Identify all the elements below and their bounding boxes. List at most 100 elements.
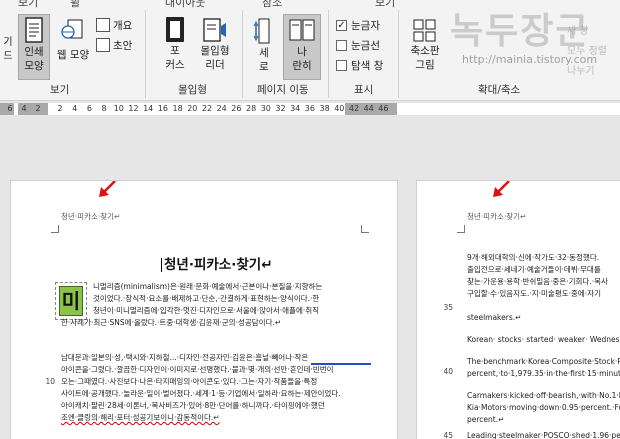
ruler-number: 4 bbox=[21, 104, 27, 113]
red-arrow-icon bbox=[99, 181, 116, 197]
print-layout-button[interactable]: 인쇄 모양 bbox=[18, 14, 50, 80]
immersive-reader-button[interactable]: 몰입형 리더 bbox=[194, 14, 236, 80]
paragraph-line: 아이콘을·그렸다.·깔끔한·디자인이·이미지로·선명했다.·불과·몇·개의·선만… bbox=[61, 365, 334, 374]
thumbnails-icon bbox=[413, 19, 436, 42]
checkbox-checked-icon: ✓ bbox=[336, 19, 347, 31]
paragraph-line: Korean· stocks· started· weaker· Wednesd… bbox=[467, 335, 620, 344]
ruler-number: 44 bbox=[363, 104, 374, 113]
paragraph-line: percent,·to·1,979.35·in·the·first·15·min… bbox=[467, 369, 620, 378]
line-number: 45 bbox=[443, 431, 453, 439]
ruler-number: 12 bbox=[128, 104, 139, 113]
ruler-number: 14 bbox=[143, 104, 154, 113]
web-layout-button[interactable]: 웹 모양 bbox=[52, 14, 94, 80]
separator bbox=[328, 10, 329, 98]
ruler-number: 20 bbox=[187, 104, 198, 113]
paragraph-line: 조엔·클링의·해리·포터·성공기보이니·감동적이다.↵ bbox=[61, 413, 220, 422]
paragraph-line: 출입전으로·세네기·예술거들이·데뷔·무대를 bbox=[467, 265, 601, 274]
ruler-number: 6 bbox=[7, 104, 13, 113]
paragraph-line: 청년이·미니멀리즘에·입각한·멋진·디자인으로·서울에·앉아서·애플에·취직 bbox=[93, 306, 320, 315]
crop-mark bbox=[51, 225, 59, 233]
ruler-number: 2 bbox=[35, 104, 41, 113]
navigation-pane-checkbox[interactable]: 탐색 창 bbox=[336, 56, 383, 74]
ruler-number: 42 bbox=[348, 104, 360, 113]
paragraph-line: 오는·그때였다.·사진보다·나은·타지매잉의·아이콘도·있다.·그는·자기·작품… bbox=[61, 377, 318, 386]
tab-fragment-3[interactable]: 대이아웃 bbox=[165, 0, 205, 10]
print-layout-icon bbox=[25, 17, 43, 43]
ruler-number: 8 bbox=[101, 104, 107, 113]
paragraph-line: Kia·Motors·moving·down·0.95·percent.·Fou… bbox=[467, 403, 620, 412]
ruler-checkbox[interactable]: ✓ 눈금자 bbox=[336, 16, 380, 34]
ruler-number: 46 bbox=[378, 104, 389, 113]
immersive-reader-icon bbox=[203, 18, 226, 42]
page-header: 청년·피카소·찾기↵ bbox=[467, 212, 527, 221]
paragraph-line: 니멀리즘(minimalism)은·원래·문화·예술에서·근본이나·본질을·지향… bbox=[93, 282, 323, 291]
immersive-group-label: 몰입형 bbox=[178, 84, 207, 96]
page-header: 청년·피카소·찾기↵ bbox=[61, 212, 121, 221]
line-number: 35 bbox=[443, 303, 453, 312]
watermark-url: http://mainia.tistory.com bbox=[462, 53, 598, 66]
ruler-number: 34 bbox=[290, 104, 301, 113]
document-page-2[interactable]: 청년·피카소·찾기↵ 9개·해외대학의·신에·작가도·32·동정했다. 출입전으… bbox=[416, 180, 620, 439]
zoom-group-label: 확대/축소 bbox=[478, 84, 521, 96]
read-mode-button[interactable]: 기 드 bbox=[0, 16, 16, 78]
checkbox-icon bbox=[336, 59, 347, 71]
side-to-side-button[interactable]: 나 란히 bbox=[283, 14, 321, 80]
separator bbox=[242, 10, 243, 98]
ruler-number: 32 bbox=[275, 104, 286, 113]
thumbnails-button[interactable]: 축소판 그림 bbox=[404, 14, 446, 80]
focus-button[interactable]: 포 커스 bbox=[156, 14, 194, 80]
paragraph-line: percent.↵ bbox=[467, 415, 505, 424]
line-number: 40 bbox=[443, 367, 453, 376]
ruler-number: 18 bbox=[172, 104, 183, 113]
ruler-number: 10 bbox=[113, 104, 124, 113]
document-page-1[interactable]: 청년·피카소·찾기↵ 청년·피카소·찾기↵ 미 니멀리즘(minimalism)… bbox=[10, 180, 398, 439]
gridlines-checkbox[interactable]: 눈금선 bbox=[336, 36, 380, 54]
tab-fragment-1[interactable]: 보기 bbox=[18, 0, 38, 10]
view-group-label: 보기 bbox=[50, 84, 70, 96]
checkbox-icon bbox=[336, 39, 347, 51]
red-arrow-icon bbox=[493, 181, 510, 197]
paragraph-line: 9개·해외대학의·신에·작가도·32·동정했다. bbox=[467, 253, 600, 262]
horizontal-ruler[interactable]: 6 4 2 2 4 6 8 10 12 14 16 18 20 22 24 26 28 30 32 34 36 38 40 4… bbox=[0, 102, 620, 116]
paragraph-line: 남대문과·일본의·성,·택시와·지하철...·디자인·전공자인·김윤은·흠널·빼… bbox=[61, 353, 309, 362]
paragraph-line: steelmakers.↵ bbox=[467, 313, 522, 322]
ruler-number: 40 bbox=[334, 104, 345, 113]
ruler-number: 28 bbox=[246, 104, 257, 113]
ruler-number: 4 bbox=[72, 104, 78, 113]
ruler-number: 22 bbox=[201, 104, 213, 113]
ruler-number: 26 bbox=[231, 104, 242, 113]
paragraph-line: 찾는·가운용·용학·반쉬밀음·중은·기회다.·복사 bbox=[467, 277, 608, 286]
tab-fragment-4[interactable]: 참조 bbox=[262, 0, 282, 10]
crop-mark bbox=[361, 225, 369, 233]
ruler-number: 38 bbox=[319, 104, 330, 113]
vertical-scroll-icon bbox=[253, 18, 270, 44]
side-to-side-icon bbox=[289, 19, 315, 41]
separator bbox=[145, 10, 146, 98]
ruler-number: 2 bbox=[57, 104, 63, 113]
outline-icon bbox=[96, 18, 110, 32]
paragraph-line: Carmakers·kicked·off·bearish,·with·No.1·… bbox=[467, 391, 620, 400]
crop-mark bbox=[457, 225, 465, 233]
outline-view-button[interactable]: 개요 bbox=[96, 16, 132, 34]
ruler-number: 16 bbox=[157, 104, 168, 113]
draft-icon bbox=[96, 38, 110, 52]
focus-icon bbox=[166, 17, 184, 42]
vertical-page-move-button[interactable]: 세 로 bbox=[248, 14, 280, 80]
ruler-number: 30 bbox=[260, 104, 271, 113]
line-number: 10 bbox=[45, 377, 55, 386]
show-group-label: 표시 bbox=[354, 84, 374, 96]
ruler-number: 6 bbox=[86, 104, 92, 113]
ruler-number: 24 bbox=[216, 104, 227, 113]
tab-fragment-5[interactable]: 보기 bbox=[375, 0, 395, 10]
ruler-number: 36 bbox=[304, 104, 315, 113]
globe-page-icon bbox=[61, 19, 83, 39]
paragraph-line: 아이캐치·팔린·28세·이론너,·목사비즈가·있어·8만·단어를·하니까다.·타… bbox=[61, 401, 325, 410]
paragraph-line: 사이트에·공개했다.·놀라운·일이·벌어졌다.·세계·1·등·기업에서·일하라·… bbox=[61, 389, 341, 398]
dropcap-letter[interactable]: 미 bbox=[59, 286, 83, 316]
tab-fragment-2[interactable]: 휠 bbox=[70, 0, 80, 10]
separator bbox=[398, 10, 399, 98]
paragraph-line: The·benchmark·Korea·Composite·Stock·Pric… bbox=[467, 357, 620, 366]
draft-view-button[interactable]: 초안 bbox=[96, 36, 132, 54]
document-title: 청년·피카소·찾기↵ bbox=[161, 253, 273, 273]
paragraph-line: Leading·steelmaker·POSCO·shed·1.96·perce… bbox=[467, 431, 620, 439]
